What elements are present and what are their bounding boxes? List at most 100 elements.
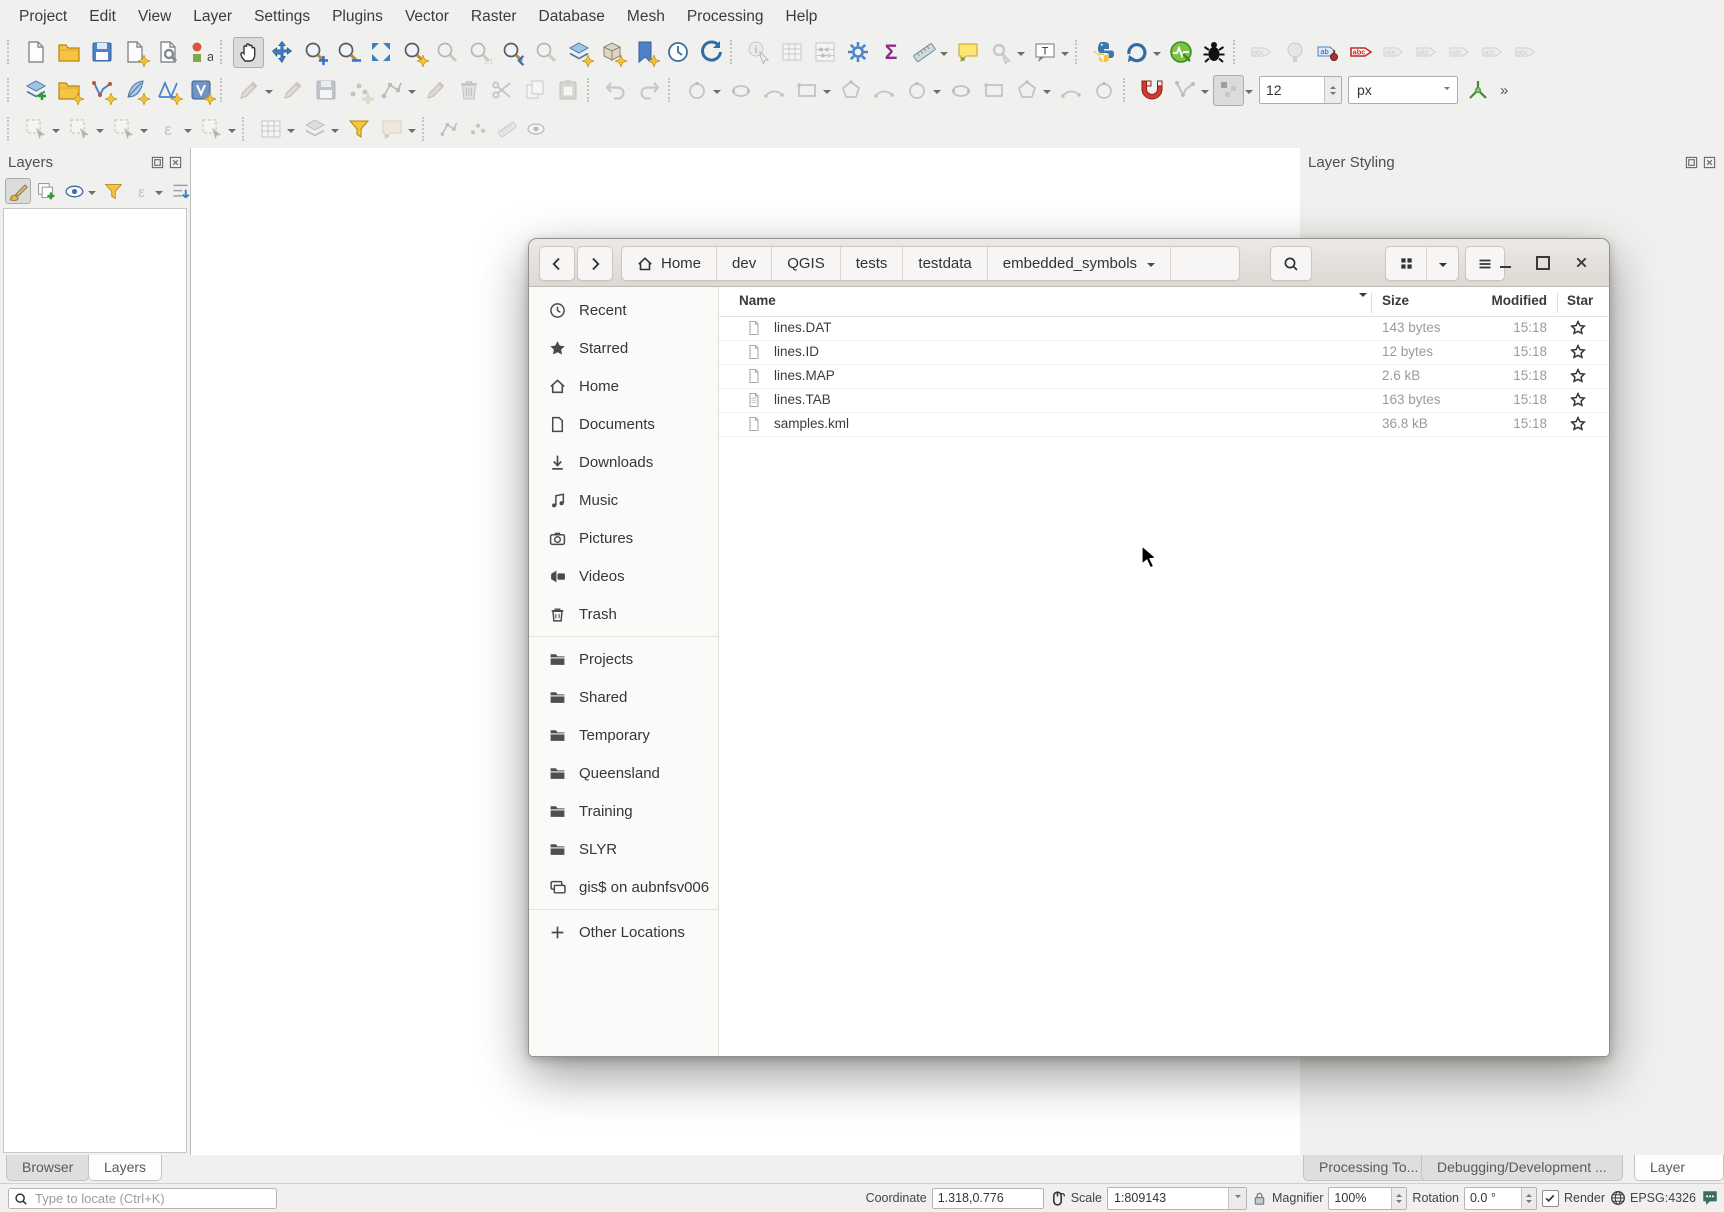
close-panel-button[interactable] [1702, 155, 1716, 169]
menu-help[interactable]: Help [775, 0, 829, 33]
vertex-tool-button[interactable] [376, 75, 407, 106]
dropdown-caret-icon[interactable] [933, 90, 941, 98]
identify-features-button[interactable] [743, 37, 774, 68]
copy-features-button[interactable] [519, 75, 550, 106]
menu-project[interactable]: Project [8, 0, 78, 33]
breadcrumb-testdata[interactable]: testdata [903, 247, 987, 280]
star-toggle[interactable] [1570, 368, 1586, 384]
toolbar-handle[interactable] [1233, 40, 1240, 64]
advanced-digitizing-tool-7-button[interactable] [1088, 75, 1119, 106]
refresh-map-button[interactable] [695, 37, 726, 68]
sidebar-item-projects[interactable]: Projects [529, 640, 718, 678]
file-row[interactable]: samples.kml 36.8 kB 15:18 [719, 412, 1609, 437]
file-list[interactable]: Name Size Modified Star lines.DAT 143 by… [719, 287, 1609, 1056]
toolbar-handle[interactable] [730, 40, 737, 64]
delete-selected-button[interactable] [453, 75, 484, 106]
label-tool-button[interactable] [343, 113, 374, 144]
measure-button[interactable] [908, 37, 939, 68]
sidebar-item-recent[interactable]: Recent [529, 291, 718, 329]
menu-settings[interactable]: Settings [243, 0, 321, 33]
breadcrumb-qgis[interactable]: QGIS [772, 247, 841, 280]
units-combo[interactable]: px [1348, 76, 1458, 104]
star-toggle[interactable] [1570, 392, 1586, 408]
new-spatial-bookmark-button[interactable] [629, 37, 660, 68]
add-feature-button[interactable] [343, 75, 374, 106]
rotation-spinner[interactable]: 0.0 ° [1464, 1187, 1537, 1210]
manage-map-themes-button[interactable] [61, 178, 87, 204]
new-temporary-scratch-layer-button[interactable] [185, 75, 216, 106]
render-checkbox[interactable] [1542, 1190, 1559, 1207]
snapping-options-button[interactable] [1213, 75, 1244, 106]
dropdown-caret-icon[interactable] [408, 90, 416, 98]
attribute-table-tools-button[interactable] [255, 113, 286, 144]
dropdown-caret-icon[interactable] [140, 129, 148, 137]
open-field-calculator-button[interactable] [809, 37, 840, 68]
locator-box[interactable] [8, 1188, 277, 1209]
save-project-button[interactable] [86, 37, 117, 68]
sidebar-item-documents[interactable]: Documents [529, 405, 718, 443]
file-row[interactable]: lines.DAT 143 bytes 15:18 [719, 316, 1609, 341]
sidebar-item-slyr[interactable]: SLYR [529, 830, 718, 868]
file-manager-headerbar[interactable]: Home dev QGIS tests testdata embedded_sy… [529, 239, 1609, 287]
tab-layers[interactable]: Layers [88, 1155, 162, 1181]
minimize-button[interactable] [1491, 250, 1519, 275]
file-row[interactable]: lines.ID 12 bytes 15:18 [719, 340, 1609, 365]
spinner-arrows[interactable] [1391, 1188, 1406, 1209]
decoration-tool-1-button[interactable] [435, 115, 462, 142]
select-features-by-value-button[interactable] [64, 113, 95, 144]
toolbar-handle[interactable] [7, 78, 14, 102]
new-project-button[interactable] [20, 37, 51, 68]
layers-list[interactable] [3, 208, 187, 1153]
column-header-modified[interactable]: Modified [1492, 293, 1548, 308]
breadcrumb-tests[interactable]: tests [841, 247, 904, 280]
select-by-expression-button[interactable] [152, 113, 183, 144]
crs-button[interactable]: EPSG:4326 [1610, 1190, 1696, 1206]
combo-arrow-icon[interactable] [1228, 1188, 1246, 1209]
shape-tool-circle-button[interactable] [681, 75, 712, 106]
reload-plugins-button[interactable] [1121, 37, 1152, 68]
show-hide-labels-button[interactable] [1411, 37, 1442, 68]
shape-tool-ellipse-button[interactable] [725, 75, 756, 106]
column-header-name[interactable]: Name [739, 293, 776, 308]
combo-arrow[interactable] [1437, 77, 1457, 103]
sidebar-item-starred[interactable]: Starred [529, 329, 718, 367]
pan-to-selection-button[interactable] [266, 37, 297, 68]
column-header-star[interactable]: Star [1567, 293, 1593, 308]
search-button[interactable] [1270, 246, 1312, 281]
add-mesh-layer-button[interactable] [152, 75, 183, 106]
python-console-button[interactable] [1088, 37, 1119, 68]
view-options-button[interactable] [1427, 247, 1458, 280]
toggle-editing-button[interactable] [277, 75, 308, 106]
dropdown-caret-icon[interactable] [940, 52, 948, 60]
toolbar-overflow-button[interactable]: » [1494, 82, 1514, 99]
dropdown-caret-icon[interactable] [155, 191, 163, 199]
sidebar-item-pictures[interactable]: Pictures [529, 519, 718, 557]
zoom-next-button[interactable] [530, 37, 561, 68]
profile-tool-button[interactable] [1165, 37, 1196, 68]
sidebar-item-videos[interactable]: Videos [529, 557, 718, 595]
dropdown-caret-icon[interactable] [287, 129, 295, 137]
add-delimited-text-layer-button[interactable] [119, 75, 150, 106]
breadcrumb-dev[interactable]: dev [717, 247, 772, 280]
advanced-digitizing-tool-4-button[interactable] [978, 75, 1009, 106]
scale-combo[interactable]: 1:809143 [1107, 1187, 1247, 1210]
new-print-layout-button[interactable] [119, 37, 150, 68]
float-panel-button[interactable] [150, 155, 164, 169]
menu-database[interactable]: Database [528, 0, 616, 33]
redo-button[interactable] [633, 75, 664, 106]
menu-mesh[interactable]: Mesh [616, 0, 676, 33]
zoom-native-button[interactable] [464, 37, 495, 68]
zoom-out-button[interactable] [332, 37, 363, 68]
maximize-button[interactable] [1529, 250, 1557, 275]
lock-scale-button[interactable] [1252, 1191, 1267, 1206]
enable-snapping-button[interactable] [1136, 75, 1167, 106]
toolbar-handle[interactable] [242, 117, 249, 141]
grid-view-button[interactable] [1386, 247, 1427, 280]
advanced-digitizing-tool-3-button[interactable] [945, 75, 976, 106]
sidebar-item-trash[interactable]: Trash [529, 595, 718, 633]
highlight-pinned-labels-button[interactable] [1312, 37, 1343, 68]
current-edits-button[interactable] [233, 75, 264, 106]
layer-diagram-options-button[interactable] [1279, 37, 1310, 68]
change-label-button[interactable] [1510, 37, 1541, 68]
dropdown-caret-icon[interactable] [184, 129, 192, 137]
